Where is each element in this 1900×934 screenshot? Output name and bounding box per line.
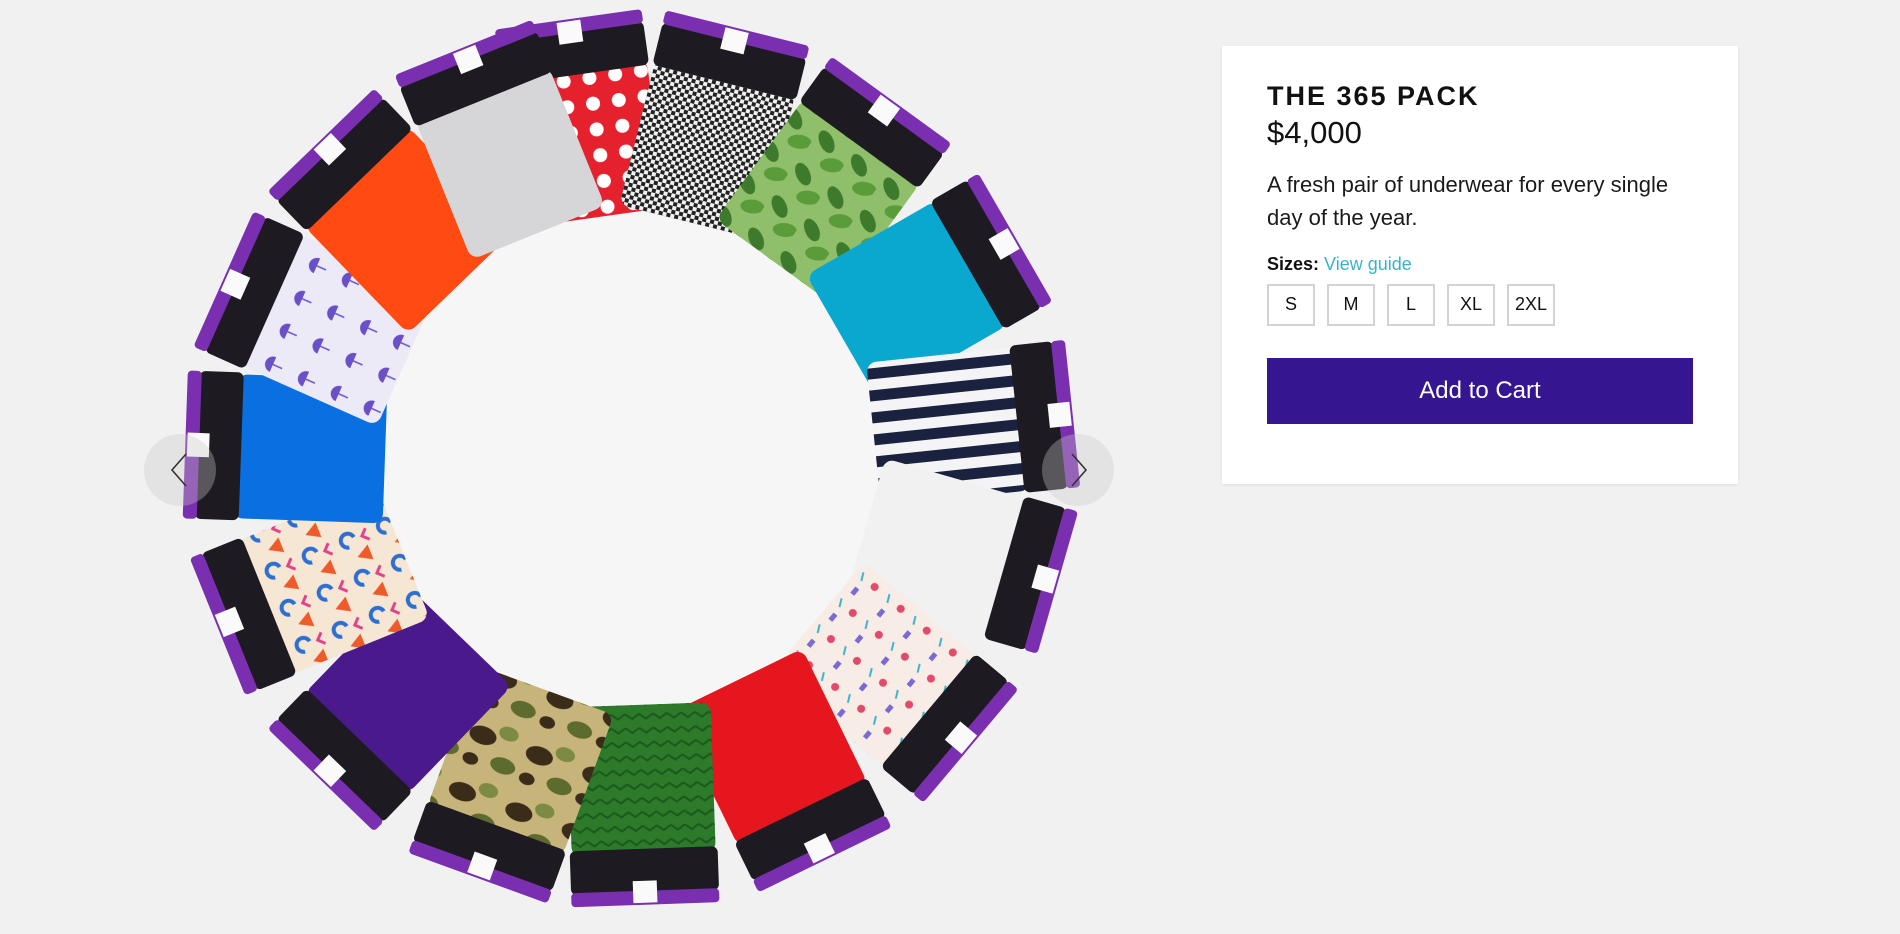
product-description: A fresh pair of underwear for every sing… (1267, 171, 1669, 230)
size-option-s[interactable]: S (1267, 283, 1315, 326)
view-size-guide-link[interactable]: View guide (1324, 254, 1412, 274)
size-option-xl[interactable]: XL (1447, 283, 1495, 326)
sizes-header: Sizes: View guide (1267, 254, 1694, 275)
chevron-right-icon (1071, 453, 1088, 487)
size-options: S M L XL 2XL (1267, 283, 1694, 326)
size-option-m[interactable]: M (1327, 283, 1375, 326)
product-title: THE 365 PACK (1267, 81, 1480, 111)
size-option-2xl[interactable]: 2XL (1507, 283, 1555, 326)
product-gallery (0, 0, 1160, 934)
gallery-next-button[interactable] (1042, 434, 1114, 506)
product-card: THE 365 PACK $4,000 A fresh pair of unde… (1222, 46, 1738, 484)
product-price: $4,000 (1267, 115, 1362, 151)
add-to-cart-button[interactable]: Add to Cart (1267, 357, 1693, 424)
size-option-l[interactable]: L (1387, 283, 1435, 326)
chevron-left-icon (170, 453, 187, 487)
sizes-label: Sizes: (1267, 253, 1320, 274)
gallery-prev-button[interactable] (144, 434, 216, 506)
